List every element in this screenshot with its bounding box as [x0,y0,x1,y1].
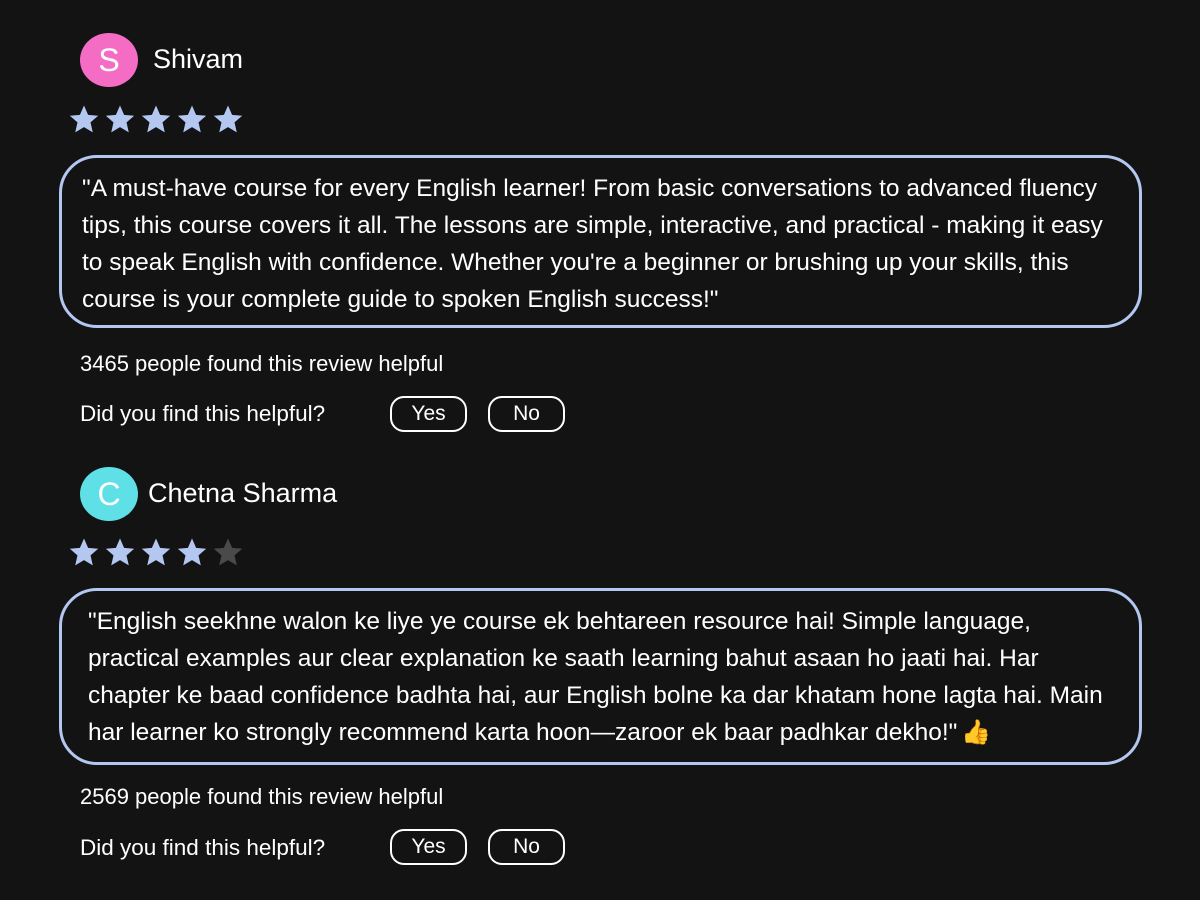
review-text: "English seekhne walon ke liye ye course… [88,608,1103,746]
avatar: C [80,467,138,521]
star-filled-icon [177,538,207,566]
helpful-prompt: Did you find this helpful? [80,835,326,860]
star-filled-icon [141,538,171,566]
star-filled-icon [105,538,135,566]
review-text-box: "English seekhne walon ke liye ye course… [59,588,1142,765]
star-rating [67,102,245,138]
review-text: "A must-have course for every English le… [82,175,1103,313]
helpful-count: 3465 people found this review helpful [80,351,444,376]
helpful-count: 2569 people found this review helpful [80,784,444,809]
yes-button[interactable]: Yes [390,396,467,432]
star-empty-icon [213,538,243,566]
thumbs-up-icon: 👍 [961,719,992,746]
reviewer-name: Shivam [153,44,244,74]
helpful-prompt: Did you find this helpful? [80,401,326,426]
review-text-box: "A must-have course for every English le… [59,155,1142,328]
yes-button[interactable]: Yes [390,829,467,865]
star-filled-icon [141,105,171,133]
no-button[interactable]: No [488,396,565,432]
star-filled-icon [213,105,243,133]
star-rating [67,535,245,571]
star-filled-icon [69,105,99,133]
star-filled-icon [177,105,207,133]
star-filled-icon [69,538,99,566]
star-filled-icon [105,105,135,133]
no-button[interactable]: No [488,829,565,865]
reviewer-name: Chetna Sharma [148,478,338,508]
avatar: S [80,33,138,87]
